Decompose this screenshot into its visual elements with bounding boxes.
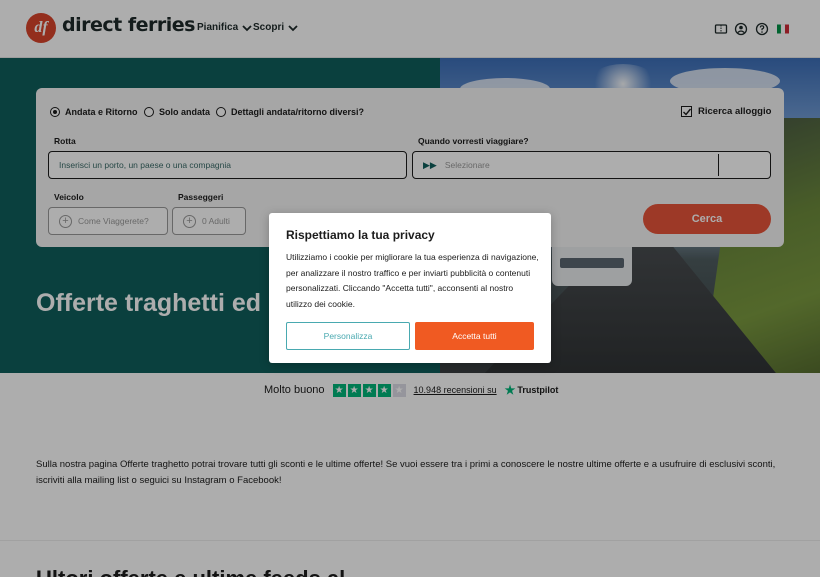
accept-all-cookies-button[interactable]: Accetta tutti <box>415 322 534 350</box>
cookie-modal-title: Rispettiamo la tua privacy <box>286 228 435 242</box>
cookie-modal-body: Utilizziamo i cookie per migliorare la t… <box>286 252 539 309</box>
customize-cookies-button[interactable]: Personalizza <box>286 322 410 350</box>
cookie-consent-modal: Rispettiamo la tua privacy Utilizziamo i… <box>269 213 551 363</box>
